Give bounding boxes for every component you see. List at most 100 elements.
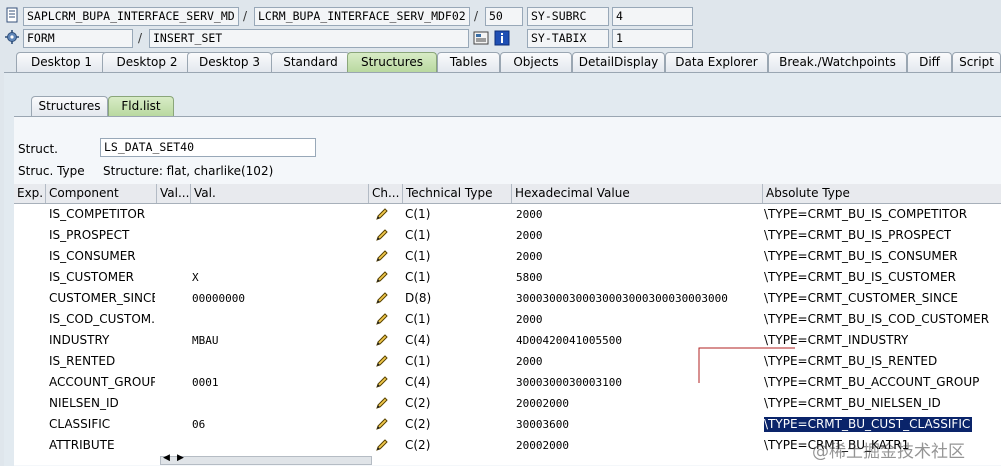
col-header-val[interactable]: Val. — [191, 184, 369, 203]
scroll-right-icon[interactable]: ▶ — [177, 453, 184, 463]
sy-subrc-value[interactable]: 4 — [612, 7, 693, 26]
table-row[interactable]: IS_CUSTOMER X C(1) 5800 \TYPE=CRMT_BU_IS_CUS… — [14, 267, 1001, 288]
technical-type-cell: C(1) — [405, 354, 431, 368]
hex-value-cell: 2000 — [516, 229, 543, 242]
absolute-type-cell: \TYPE=CRMT_BU_IS_COD_CUSTOMER — [764, 312, 990, 326]
tab-diff[interactable]: Diff — [907, 52, 952, 72]
table-row[interactable]: IS_PROSPECT C(1) 2000 \TYPE=CRMT_BU_IS_PROS… — [14, 225, 1001, 246]
component-cell: IS_RENTED — [49, 354, 116, 368]
component-cell: ATTRIBUTE — [49, 438, 115, 452]
value-cell[interactable]: X — [192, 267, 362, 288]
pencil-icon[interactable] — [374, 395, 390, 411]
table-row[interactable]: ACCOUNT_GROUP 0001 C(4) 3000300030003100 \TY… — [14, 372, 1001, 393]
pencil-icon[interactable] — [374, 248, 390, 264]
tab-break-watchpoints[interactable]: Break./Watchpoints — [768, 52, 907, 72]
gear-icon — [4, 29, 21, 46]
table-row[interactable]: NIELSEN_ID C(2) 20002000 \TYPE=CRMT_BU_NIEL… — [14, 393, 1001, 414]
table-row[interactable]: IS_COD_CUSTOM... C(1) 2000 \TYPE=CRMT_BU_IS… — [14, 309, 1001, 330]
value-cell[interactable] — [192, 225, 362, 246]
technical-type-cell: C(2) — [405, 417, 431, 431]
event-name-field[interactable]: INSERT_SET — [149, 29, 469, 48]
pencil-icon[interactable] — [374, 227, 390, 243]
value-cell[interactable] — [192, 204, 362, 225]
pencil-icon[interactable] — [374, 269, 390, 285]
program-field[interactable]: SAPLCRM_BUPA_INTERFACE_SERV_MD — [23, 7, 239, 26]
col-header-change[interactable]: Ch... — [369, 184, 403, 203]
hex-value-cell: 5800 — [516, 271, 543, 284]
col-header-hex-value[interactable]: Hexadecimal Value — [512, 184, 763, 203]
tab-structures[interactable]: Structures — [347, 52, 437, 72]
struct-input[interactable]: LS_DATA_SET40 — [100, 138, 316, 157]
pencil-icon[interactable] — [374, 332, 390, 348]
horizontal-scrollbar[interactable]: ◀ ▶ — [160, 453, 372, 465]
include-field[interactable]: LCRM_BUPA_INTERFACE_SERV_MDF02 — [254, 7, 470, 26]
table-row[interactable]: CUSTOMER_SINCE 00000000 D(8) 30003000300030… — [14, 288, 1001, 309]
pencil-icon[interactable] — [374, 437, 390, 453]
annotation-line — [698, 347, 795, 383]
tab-objects[interactable]: Objects — [500, 52, 572, 72]
value-cell[interactable] — [192, 393, 362, 414]
hex-value-cell: 30003600 — [516, 418, 569, 431]
line-field[interactable]: 50 — [485, 7, 523, 26]
sy-tabix-value[interactable]: 1 — [612, 29, 693, 48]
event-type-field[interactable]: FORM — [23, 29, 133, 48]
col-header-absolute-type[interactable]: Absolute Type — [763, 184, 1001, 203]
struct-type-value: Structure: flat, charlike(102) — [103, 164, 274, 178]
tab-desktop-2[interactable]: Desktop 2 — [102, 52, 192, 72]
component-cell: IS_PROSPECT — [49, 228, 130, 242]
value-cell[interactable]: 00000000 — [192, 288, 362, 309]
struct-type-label: Struc. Type — [18, 164, 85, 178]
absolute-type-cell: \TYPE=CRMT_BU_IS_CUSTOMER — [764, 270, 956, 284]
tab-script[interactable]: Script — [952, 52, 1001, 72]
hex-value-cell: 20002000 — [516, 439, 569, 452]
table-row[interactable]: CLASSIFIC 06 C(2) 30003600 \TYPE=CRMT_BU_CUS… — [14, 414, 1001, 435]
value-cell[interactable] — [192, 309, 362, 330]
component-cell: NIELSEN_ID — [49, 396, 119, 410]
value-cell[interactable]: 06 — [192, 414, 362, 435]
table-row[interactable]: IS_CONSUMER C(1) 2000 \TYPE=CRMT_BU_IS_CONS… — [14, 246, 1001, 267]
scroll-left-icon[interactable]: ◀ — [163, 453, 170, 463]
hex-value-cell: 2000 — [516, 313, 543, 326]
component-cell: IS_COMPETITOR — [49, 207, 146, 221]
value-cell[interactable]: MBAU — [192, 330, 362, 351]
col-header-exp[interactable]: Exp. — [14, 184, 46, 203]
table-row[interactable]: IS_COMPETITOR C(1) 2000 \TYPE=CRMT_BU_IS_CO… — [14, 204, 1001, 225]
tab-tables[interactable]: Tables — [437, 52, 500, 72]
col-header-val-short[interactable]: Val... — [157, 184, 191, 203]
absolute-type-cell: \TYPE=CRMT_BU_NIELSEN_ID — [764, 396, 941, 410]
col-header-component[interactable]: Component — [46, 184, 157, 203]
info-icon[interactable] — [494, 30, 511, 47]
component-cell: INDUSTRY — [49, 333, 110, 347]
value-cell[interactable] — [192, 351, 362, 372]
tab-data-explorer[interactable]: Data Explorer — [665, 52, 768, 72]
pencil-icon[interactable] — [374, 311, 390, 327]
pencil-icon[interactable] — [374, 416, 390, 432]
tab-standard[interactable]: Standard — [271, 52, 350, 72]
pencil-icon[interactable] — [374, 290, 390, 306]
table-row[interactable]: INDUSTRY MBAU C(4) 4D00420041005500 \TYPE=CR… — [14, 330, 1001, 351]
value-cell[interactable]: 0001 — [192, 372, 362, 393]
technical-type-cell: D(8) — [405, 291, 432, 305]
field-list-table: Exp. Component Val... Val. Ch... Technic… — [14, 184, 1001, 465]
value-cell[interactable] — [192, 435, 362, 456]
display-source-icon[interactable] — [473, 30, 490, 47]
pencil-icon[interactable] — [374, 353, 390, 369]
technical-type-cell: C(2) — [405, 438, 431, 452]
subtab-fld-list[interactable]: Fld.list — [108, 96, 174, 116]
component-cell: IS_COD_CUSTOM... — [49, 312, 155, 326]
program-icon — [4, 7, 21, 24]
tab-detail-display[interactable]: DetailDisplay — [572, 52, 665, 72]
sy-subrc-label: SY-SUBRC — [527, 7, 609, 26]
pencil-icon[interactable] — [374, 206, 390, 222]
subtab-structures[interactable]: Structures — [31, 96, 108, 116]
pencil-icon[interactable] — [374, 374, 390, 390]
col-header-technical-type[interactable]: Technical Type — [403, 184, 512, 203]
separator: / — [138, 31, 143, 45]
hex-value-cell: 2000 — [516, 250, 543, 263]
value-cell[interactable] — [192, 246, 362, 267]
tab-desktop-1[interactable]: Desktop 1 — [16, 52, 107, 72]
table-row[interactable]: IS_RENTED C(1) 2000 \TYPE=CRMT_BU_IS_RENTED — [14, 351, 1001, 372]
tab-desktop-3[interactable]: Desktop 3 — [187, 52, 272, 72]
component-cell: ACCOUNT_GROUP — [49, 375, 155, 389]
technical-type-cell: C(4) — [405, 375, 431, 389]
